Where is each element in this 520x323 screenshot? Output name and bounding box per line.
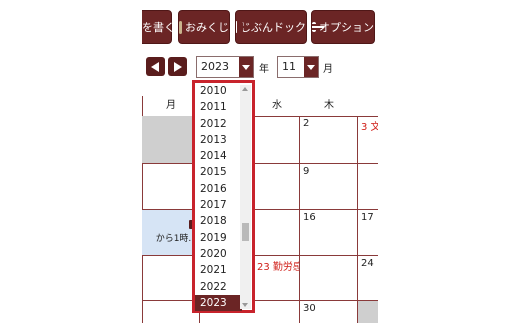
menu-icon — [312, 22, 324, 32]
year-select[interactable]: 2023 — [196, 56, 254, 78]
weekday-header-wed: 水 — [254, 96, 300, 117]
month-select[interactable]: 11 — [277, 56, 319, 78]
scroll-up-icon[interactable] — [242, 87, 248, 91]
day-cell[interactable]: 9 — [300, 164, 358, 210]
year-dropdown-list[interactable]: 2010 2011 2012 2013 2014 2015 2016 2017 2018 2019… — [192, 80, 255, 313]
chevron-down-icon — [239, 57, 253, 77]
options-label: オプション — [319, 21, 374, 34]
dropdown-scrollbar[interactable] — [240, 85, 251, 309]
scrollbar-thumb[interactable] — [242, 223, 249, 241]
year-option[interactable]: 2021 — [195, 262, 242, 278]
day-cell[interactable]: 30 — [300, 301, 358, 323]
year-select-value: 2023 — [201, 60, 229, 73]
year-option[interactable]: 2022 — [195, 279, 242, 295]
omikuji-label: おみくじ — [185, 21, 229, 34]
day-cell[interactable] — [358, 301, 378, 323]
month-select-value: 11 — [282, 60, 296, 73]
year-option[interactable]: 2016 — [195, 181, 242, 197]
omikuji-button[interactable]: おみくじ — [178, 10, 230, 44]
options-button[interactable]: オプション — [311, 10, 375, 44]
day-cell[interactable]: 2 — [300, 116, 358, 164]
day-cell[interactable]: 16 — [300, 210, 358, 256]
day-cell[interactable] — [300, 256, 358, 301]
calendar-grid: 月 水 木 2 3 文 9 から1時... 16 17 23 勤労感... 24… — [142, 96, 378, 323]
date-navigation: 2023 年 11 月 — [142, 56, 378, 78]
year-option[interactable]: 2020 — [195, 246, 242, 262]
year-option[interactable]: 2023 — [195, 294, 242, 312]
day-cell[interactable]: 17 — [358, 210, 378, 256]
write-label: 記を書く — [142, 21, 175, 34]
weekday-header-fri — [358, 96, 378, 117]
calendar-app: 記を書く おみくじ じぶんドック オプション 2023 年 11 月 月 — [142, 0, 378, 323]
day-cell[interactable] — [358, 164, 378, 210]
year-option[interactable]: 2019 — [195, 230, 242, 246]
day-cell[interactable]: 24 — [358, 256, 378, 301]
weekday-header-thu: 木 — [300, 96, 358, 117]
year-option[interactable]: 2013 — [195, 132, 242, 148]
day-cell[interactable] — [254, 116, 300, 164]
year-option[interactable]: 2017 — [195, 197, 242, 213]
dock-label: じぶんドック — [240, 21, 306, 34]
year-option[interactable]: 2011 — [195, 99, 242, 115]
toolbar: 記を書く おみくじ じぶんドック オプション — [142, 10, 378, 44]
day-cell[interactable] — [254, 164, 300, 210]
event-label: から1時... — [155, 234, 197, 244]
year-option[interactable]: 2015 — [195, 164, 242, 180]
plus-icon — [236, 21, 246, 33]
year-option[interactable]: 2012 — [195, 116, 242, 132]
year-option[interactable]: 2014 — [195, 148, 242, 164]
chevron-down-icon — [304, 57, 318, 77]
jibun-dock-button[interactable]: じぶんドック — [235, 10, 307, 44]
day-cell[interactable]: 3 文 — [358, 116, 378, 164]
day-cell[interactable] — [254, 210, 300, 256]
year-unit-label: 年 — [259, 64, 269, 75]
scroll-down-icon[interactable] — [242, 303, 248, 307]
year-option[interactable]: 2018 — [195, 213, 242, 229]
omikuji-icon — [179, 20, 182, 34]
day-cell[interactable] — [254, 301, 300, 323]
write-diary-button[interactable]: 記を書く — [142, 10, 175, 44]
prev-month-button[interactable] — [146, 57, 165, 76]
month-unit-label: 月 — [323, 64, 333, 75]
next-month-button[interactable] — [168, 57, 187, 76]
day-cell[interactable]: 23 勤労感... — [254, 256, 300, 301]
year-option[interactable]: 2010 — [195, 83, 242, 99]
